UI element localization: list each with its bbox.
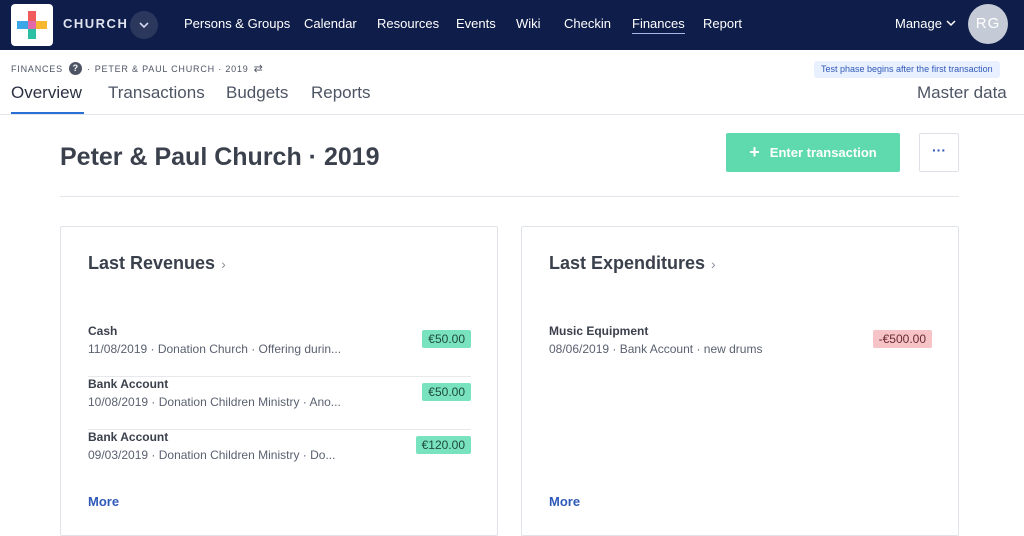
more-options-button[interactable]: ···	[919, 133, 959, 172]
transaction-account: Bank Account	[88, 430, 169, 444]
amount-badge: -€500.00	[872, 330, 932, 348]
test-phase-badge: Test phase begins after the first transa…	[814, 61, 1000, 78]
church-logo[interactable]	[11, 4, 53, 46]
switch-icon[interactable]: ⇄	[254, 62, 263, 75]
transaction-account: Music Equipment	[549, 324, 649, 338]
transaction-account: Bank Account	[88, 377, 169, 391]
nav-checkin[interactable]: Checkin	[564, 16, 611, 31]
chevron-right-icon: ›	[711, 256, 716, 272]
tab-overview[interactable]: Overview	[11, 83, 82, 103]
amount-badge: €50.00	[422, 383, 471, 401]
title-divider	[60, 196, 959, 197]
breadcrumb: FINANCES ? · PETER & PAUL CHURCH · 2019 …	[11, 62, 263, 75]
nav-resources[interactable]: Resources	[377, 16, 439, 31]
transaction-description: 08/06/2019 · Bank Account · new drums	[549, 342, 763, 356]
expenditures-more-link[interactable]: More	[549, 494, 580, 509]
master-data-link[interactable]: Master data	[917, 83, 1007, 103]
transaction-description: 11/08/2019 · Donation Church · Offering …	[88, 342, 342, 356]
revenues-card-title[interactable]: Last Revenues ›	[88, 253, 226, 274]
transaction-description: 09/03/2019 · Donation Children Ministry …	[88, 448, 336, 462]
page-title: Peter & Paul Church · 2019	[60, 143, 380, 171]
expenditures-title-text: Last Expenditures	[549, 253, 706, 273]
transaction-description: 10/08/2019 · Donation Children Ministry …	[88, 395, 341, 409]
revenues-more-link[interactable]: More	[88, 494, 119, 509]
chevron-down-icon	[139, 22, 149, 29]
brand-name: CHURCH	[63, 16, 129, 31]
revenues-title-text: Last Revenues	[88, 253, 216, 273]
nav-finances[interactable]: Finances	[632, 16, 685, 34]
nav-wiki[interactable]: Wiki	[516, 16, 541, 31]
list-item[interactable]: Music Equipment 08/06/2019 · Bank Accoun…	[549, 324, 932, 377]
revenues-card: Last Revenues › Cash 11/08/2019 · Donatio…	[60, 226, 498, 536]
enter-transaction-label: Enter transaction	[769, 145, 877, 160]
chevron-down-icon[interactable]	[946, 19, 956, 27]
manage-menu[interactable]: Manage	[895, 16, 942, 31]
tab-reports[interactable]: Reports	[311, 83, 371, 103]
nav-report[interactable]: Report	[703, 16, 742, 31]
tab-transactions[interactable]: Transactions	[108, 83, 205, 103]
cross-logo-icon	[17, 11, 47, 39]
top-navbar: CHURCH Persons & Groups Calendar Resourc…	[0, 0, 1024, 50]
expenditures-card: Last Expenditures › Music Equipment 08/06…	[521, 226, 959, 536]
list-item[interactable]: Bank Account 09/03/2019 · Donation Child…	[88, 430, 471, 483]
enter-transaction-button[interactable]: + Enter transaction	[726, 133, 900, 172]
breadcrumb-context[interactable]: PETER & PAUL CHURCH · 2019	[95, 64, 249, 74]
subheader-divider	[0, 114, 1024, 115]
user-avatar[interactable]: RG	[968, 4, 1008, 44]
chevron-right-icon: ›	[221, 256, 226, 272]
breadcrumb-separator: ·	[86, 63, 91, 74]
nav-events[interactable]: Events	[456, 16, 496, 31]
nav-calendar[interactable]: Calendar	[304, 16, 357, 31]
transaction-account: Cash	[88, 324, 118, 338]
breadcrumb-section[interactable]: FINANCES	[11, 64, 63, 74]
amount-badge: €120.00	[415, 436, 471, 454]
tab-budgets[interactable]: Budgets	[226, 83, 288, 103]
expenditures-card-title[interactable]: Last Expenditures ›	[549, 253, 716, 274]
list-item[interactable]: Bank Account 10/08/2019 · Donation Child…	[88, 377, 471, 430]
ellipsis-icon: ···	[932, 142, 946, 158]
list-item[interactable]: Cash 11/08/2019 · Donation Church · Offe…	[88, 324, 471, 377]
help-icon[interactable]: ?	[68, 62, 82, 75]
plus-icon: +	[749, 142, 760, 162]
brand-menu-toggle[interactable]	[130, 11, 158, 39]
amount-badge: €50.00	[422, 330, 471, 348]
nav-persons-groups[interactable]: Persons & Groups	[184, 16, 290, 31]
